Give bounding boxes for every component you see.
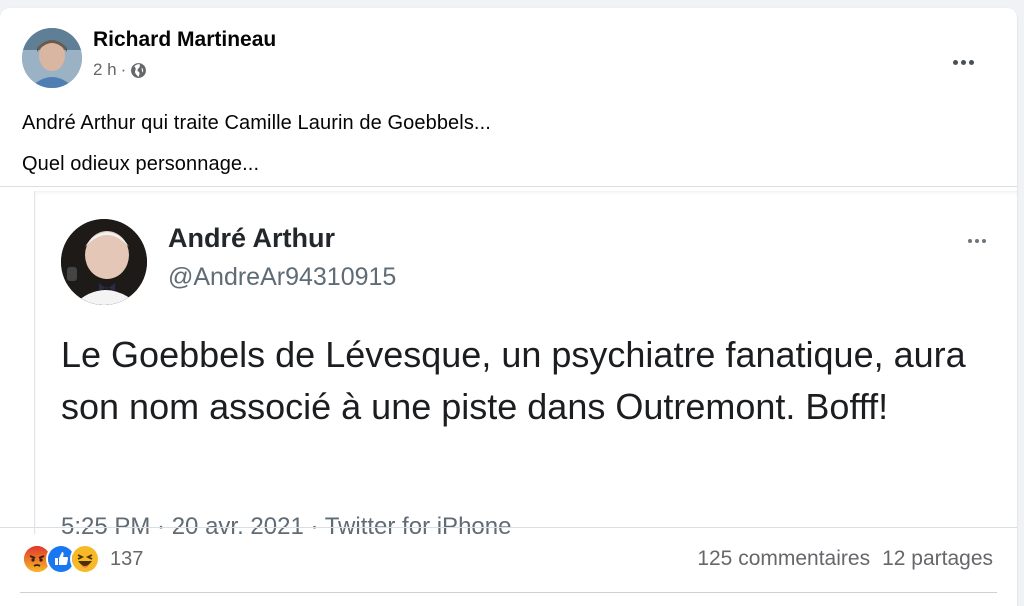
tweet-author-name: André Arthur: [168, 223, 335, 253]
comments-count-link[interactable]: 125 commentaires: [697, 547, 870, 571]
tweet-more-icon: [960, 231, 994, 251]
meta-separator: ·: [120, 60, 127, 79]
author-name[interactable]: Richard Martineau: [93, 28, 276, 52]
tweet-footer: 5:25 PM · 20 avr. 2021 · Twitter for iPh…: [61, 513, 512, 534]
tweet-text: Le Goebbels de Lévesque, un psychiatre f…: [61, 334, 966, 427]
divider: [20, 592, 997, 593]
post-time[interactable]: 2 h: [93, 60, 117, 80]
post-meta: 2 h ·: [93, 60, 147, 80]
post-card: Richard Martineau 2 h · André Arthur qui…: [0, 8, 1017, 606]
haha-icon: [70, 544, 100, 574]
divider: [0, 186, 1017, 187]
more-dots-icon: [952, 59, 974, 65]
tweet-author-avatar: [61, 219, 147, 305]
shares-count-link[interactable]: 12 partages: [882, 547, 993, 571]
post-more-button[interactable]: [945, 44, 981, 80]
author-avatar[interactable]: [22, 28, 82, 88]
divider: [0, 527, 1017, 528]
reactions-summary[interactable]: 137: [22, 544, 143, 574]
engagement-stats: 125 commentaires 12 partages: [697, 547, 993, 571]
reaction-count: 137: [110, 547, 144, 570]
tweet-author-handle: @AndreAr94310915: [168, 263, 397, 291]
post-text-line1: André Arthur qui traite Camille Laurin d…: [22, 112, 491, 134]
post-text-line2: Quel odieux personnage...: [22, 153, 260, 175]
tweet-screenshot[interactable]: André Arthur @AndreAr94310915 Le Goebbel…: [34, 191, 1017, 534]
globe-icon[interactable]: [130, 62, 147, 79]
